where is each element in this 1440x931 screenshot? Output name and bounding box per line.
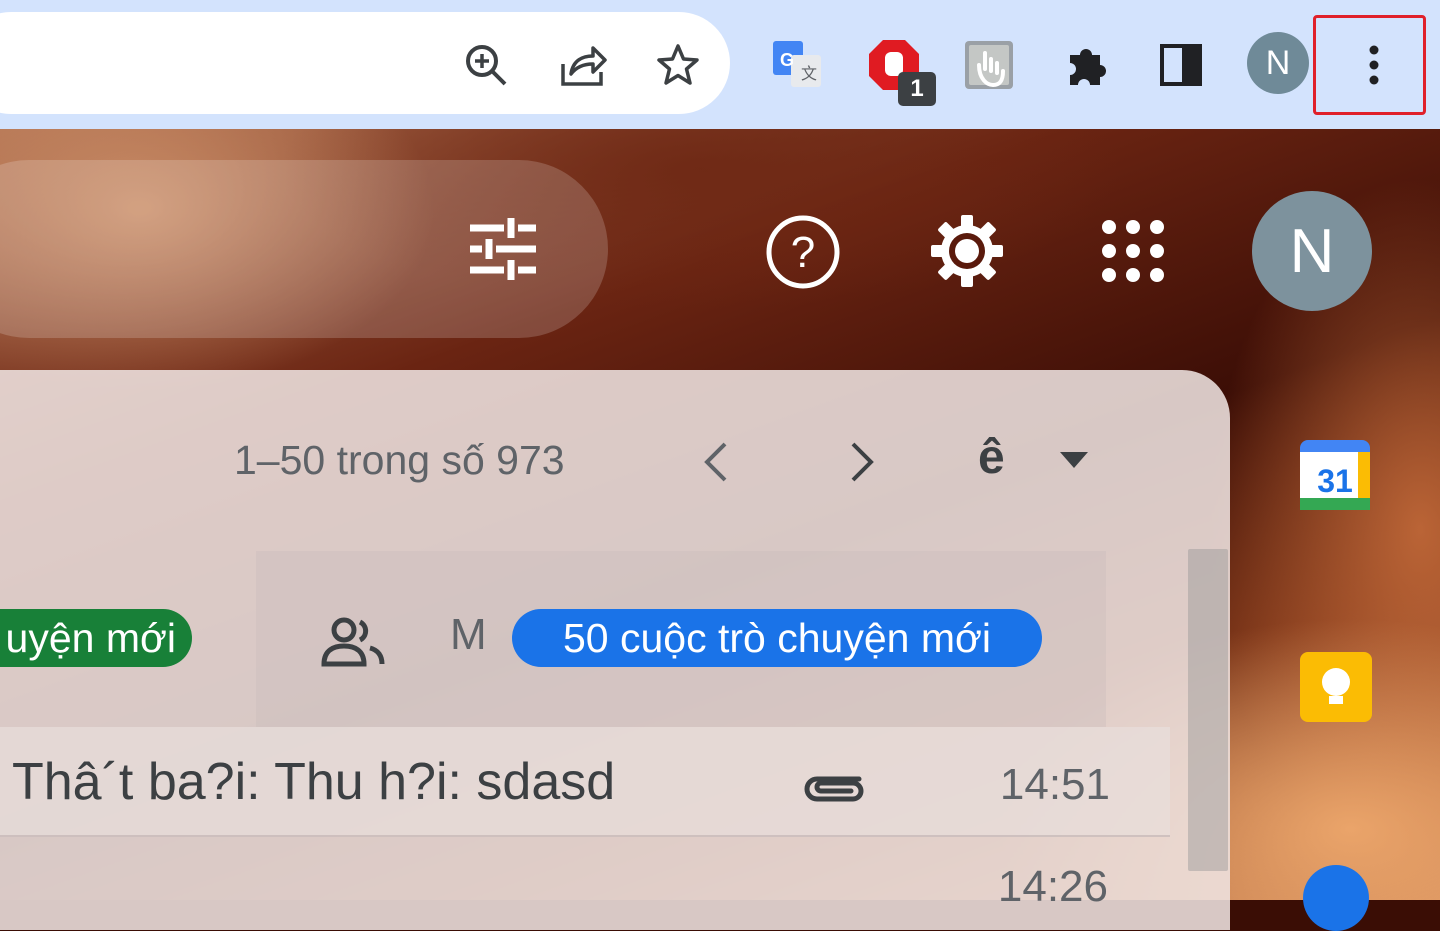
profile-avatar[interactable]: N (1247, 32, 1309, 94)
tab-social-label[interactable]: M (450, 610, 487, 660)
google-translate-icon[interactable]: G文 (770, 38, 824, 92)
attachment-icon (800, 764, 866, 804)
chevron-right-icon[interactable] (842, 440, 882, 484)
extension-hand-icon[interactable] (962, 38, 1016, 92)
address-bar[interactable] (0, 12, 730, 114)
adblock-count-badge: 1 (898, 72, 936, 106)
share-icon[interactable] (555, 40, 609, 90)
input-tools-button[interactable]: ê (978, 430, 1005, 485)
pagination-range: 1–50 trong số 973 (234, 437, 565, 483)
primary-new-chip: uyện mới (0, 609, 192, 667)
extensions-puzzle-icon[interactable] (1060, 40, 1112, 90)
email-subject: Thâ´t ba?i: Thu h?i: sdasd (12, 753, 616, 811)
help-icon[interactable]: ? (764, 213, 842, 291)
svg-text:?: ? (791, 228, 815, 277)
email-time: 14:51 (999, 760, 1110, 809)
zoom-icon[interactable] (461, 40, 511, 90)
keep-icon[interactable] (1300, 652, 1372, 722)
social-new-chip: 50 cuộc trò chuyện mới (512, 609, 1042, 667)
calendar-icon-stripe (1358, 452, 1370, 498)
apps-grid-icon[interactable] (1100, 218, 1166, 284)
account-avatar[interactable]: N (1252, 191, 1372, 311)
chevron-down-icon[interactable] (1056, 448, 1092, 472)
scrollbar[interactable] (1188, 549, 1228, 871)
chevron-left-icon[interactable] (696, 440, 736, 484)
people-icon[interactable] (318, 614, 388, 670)
side-panel-icon[interactable] (1156, 40, 1206, 90)
browser-toolbar: G文 1 N (0, 0, 1440, 129)
search-options-icon[interactable] (466, 214, 540, 284)
settings-gear-icon[interactable] (928, 212, 1006, 290)
bookmark-star-icon[interactable] (653, 40, 703, 90)
svg-text:G: G (780, 50, 794, 70)
calendar-icon-stripe (1300, 498, 1370, 510)
menu-highlight-box (1313, 15, 1426, 115)
svg-text:文: 文 (801, 65, 817, 83)
email-time: 14:26 (997, 862, 1108, 911)
tasks-icon[interactable] (1303, 865, 1369, 931)
